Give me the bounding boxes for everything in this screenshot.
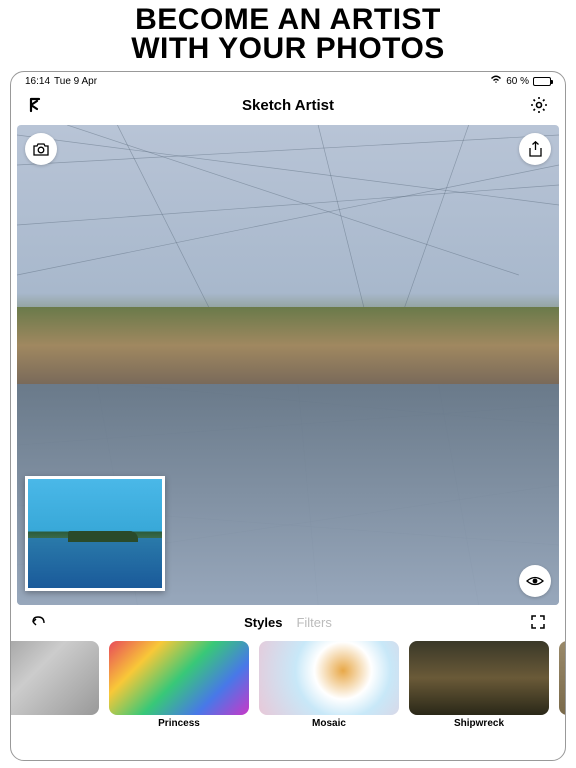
device-frame: 16:14 Tue 9 Apr 60 % Sketch Artist: [10, 71, 566, 761]
promo-header: BECOME AN ARTIST WITH YOUR PHOTOS: [0, 0, 576, 71]
tab-filters[interactable]: Filters: [296, 615, 331, 630]
battery-icon: [533, 77, 551, 86]
promo-line-2: WITH YOUR PHOTOS: [0, 35, 576, 64]
style-card-princess[interactable]: Princess: [109, 641, 249, 729]
wifi-icon: [490, 75, 502, 87]
page-title: Sketch Artist: [242, 97, 334, 114]
status-bar: 16:14 Tue 9 Apr 60 %: [11, 72, 565, 87]
battery-percent: 60 %: [506, 76, 529, 87]
undo-button[interactable]: [27, 611, 49, 633]
share-button[interactable]: [519, 133, 551, 165]
stylized-cliffs: [17, 307, 559, 384]
style-thumb[interactable]: [409, 641, 549, 715]
styles-filters-tabs: Styles Filters: [49, 615, 527, 630]
style-thumb[interactable]: [259, 641, 399, 715]
camera-button[interactable]: [25, 133, 57, 165]
style-card[interactable]: [559, 641, 565, 718]
tab-styles[interactable]: Styles: [244, 615, 282, 630]
style-thumb[interactable]: [109, 641, 249, 715]
style-card[interactable]: [11, 641, 99, 718]
style-thumb[interactable]: [559, 641, 565, 715]
tabs-row: Styles Filters: [11, 605, 565, 637]
back-button[interactable]: [25, 93, 49, 117]
style-card-shipwreck[interactable]: Shipwreck: [409, 641, 549, 729]
preview-eye-button[interactable]: [519, 565, 551, 597]
expand-button[interactable]: [527, 611, 549, 633]
status-time: 16:14: [25, 76, 50, 87]
style-label: Mosaic: [312, 718, 346, 729]
promo-line-1: BECOME AN ARTIST: [0, 6, 576, 35]
status-date: Tue 9 Apr: [54, 76, 97, 87]
style-label: Princess: [158, 718, 200, 729]
nav-bar: Sketch Artist: [11, 87, 565, 125]
original-photo-thumbnail[interactable]: [25, 476, 165, 591]
style-card-mosaic[interactable]: Mosaic: [259, 641, 399, 729]
settings-button[interactable]: [527, 93, 551, 117]
canvas-area[interactable]: [17, 125, 559, 605]
style-thumb[interactable]: [11, 641, 99, 715]
styles-scroller[interactable]: Princess Mosaic Shipwreck: [11, 637, 565, 739]
style-label: Shipwreck: [454, 718, 504, 729]
